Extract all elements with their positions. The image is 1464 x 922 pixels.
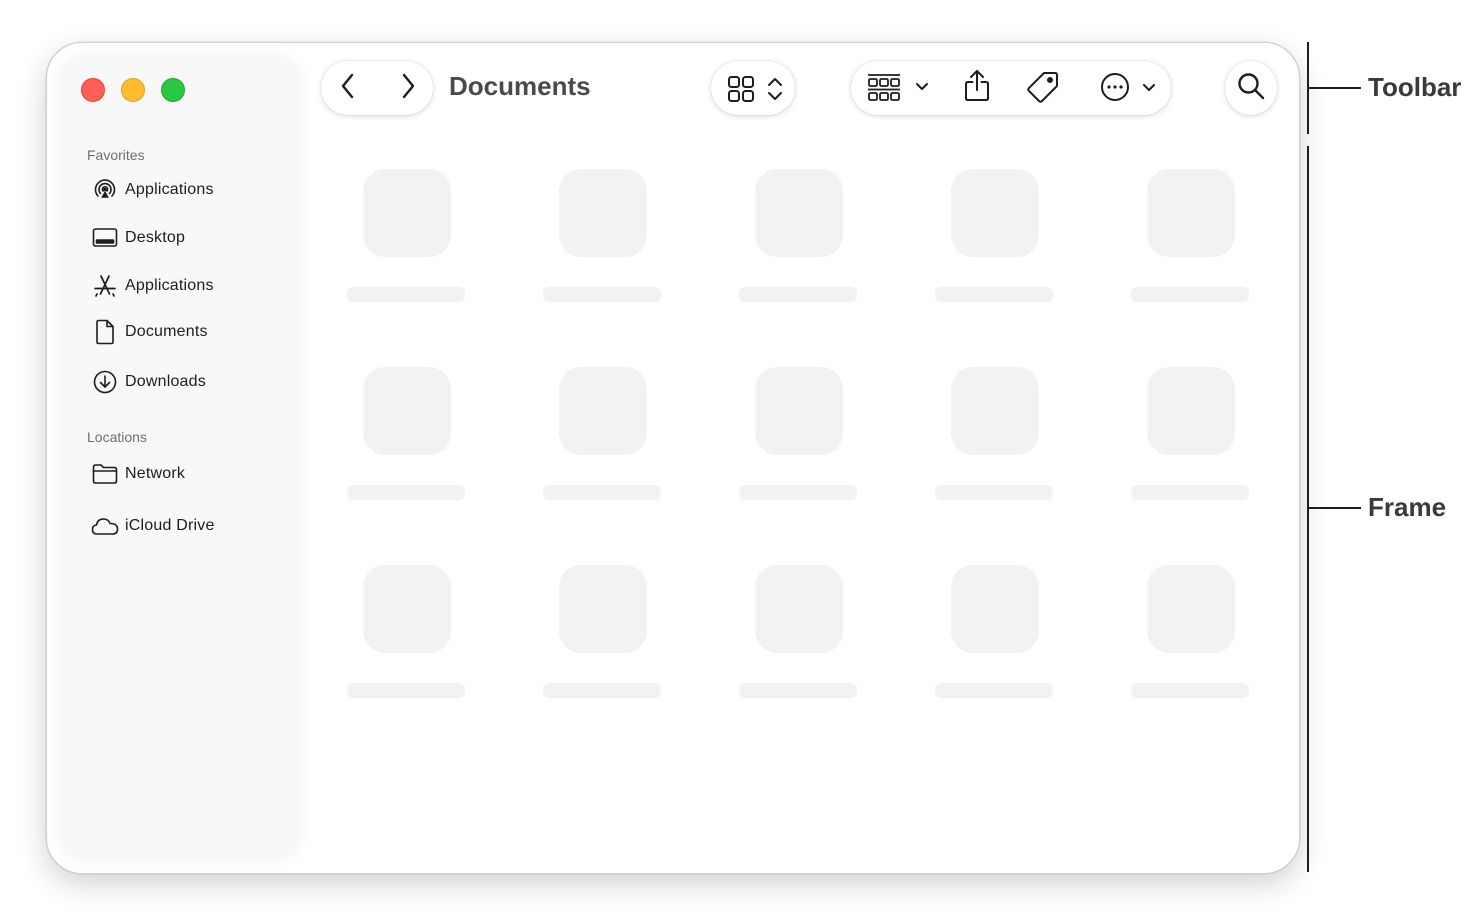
download-icon	[91, 368, 119, 396]
forward-icon	[400, 73, 416, 104]
view-mode-control[interactable]	[711, 61, 795, 115]
file-name-placeholder	[543, 683, 661, 698]
sidebar-item-label: Downloads	[125, 373, 206, 390]
file-thumbnail-placeholder	[951, 565, 1039, 653]
file-name-placeholder	[543, 287, 661, 302]
tag-button[interactable]	[1025, 71, 1061, 107]
file-thumbnail-placeholder	[755, 367, 843, 455]
sidebar-item-network[interactable]: Network	[91, 459, 281, 489]
finder-window: Favorites Applications Desktop Applicati…	[46, 42, 1300, 874]
minimize-button[interactable]	[121, 78, 145, 102]
up-down-chevron-icon	[767, 76, 783, 102]
frame-pointer-line	[1309, 507, 1361, 509]
file-thumbnail-placeholder	[755, 169, 843, 257]
search-icon	[1236, 71, 1266, 106]
app-store-icon	[91, 272, 119, 300]
sidebar-item-label: iCloud Drive	[125, 517, 215, 534]
back-button[interactable]	[333, 73, 363, 103]
file-thumbnail-placeholder	[951, 169, 1039, 257]
file-name-placeholder	[1131, 287, 1249, 302]
action-toolbar-group	[851, 61, 1171, 115]
file-name-placeholder	[935, 287, 1053, 302]
sidebar-item-documents[interactable]: Documents	[91, 317, 281, 347]
share-button[interactable]	[959, 69, 995, 107]
file-name-placeholder	[739, 485, 857, 500]
zoom-button[interactable]	[161, 78, 185, 102]
navigation-control	[321, 61, 433, 115]
section-label-locations: Locations	[87, 429, 147, 445]
cloud-icon	[91, 512, 119, 540]
forward-button[interactable]	[393, 73, 423, 103]
toolbar-pointer-line	[1309, 87, 1361, 89]
section-label-favorites: Favorites	[87, 147, 145, 163]
file-thumbnail-placeholder	[1147, 169, 1235, 257]
tag-icon	[1026, 70, 1060, 109]
file-thumbnail-placeholder	[559, 169, 647, 257]
file-name-placeholder	[739, 683, 857, 698]
grid-view-icon	[727, 75, 755, 103]
search-button[interactable]	[1225, 61, 1277, 115]
file-name-placeholder	[543, 485, 661, 500]
file-thumbnail-placeholder	[559, 367, 647, 455]
toolbar-annotation-label: Toolbar	[1368, 72, 1462, 102]
sidebar-item-icloud-drive[interactable]: iCloud Drive	[91, 511, 281, 541]
file-thumbnail-placeholder	[1147, 367, 1235, 455]
share-icon	[963, 69, 991, 108]
file-thumbnail-placeholder	[951, 367, 1039, 455]
file-name-placeholder	[1131, 683, 1249, 698]
file-thumbnail-placeholder	[1147, 565, 1235, 653]
more-button[interactable]	[1097, 72, 1159, 107]
file-thumbnail-placeholder	[559, 565, 647, 653]
frame-bracket-line	[1307, 146, 1309, 872]
sidebar-item-downloads[interactable]: Downloads	[91, 367, 281, 397]
file-name-placeholder	[739, 287, 857, 302]
file-name-placeholder	[347, 683, 465, 698]
sidebar-item-label: Network	[125, 465, 186, 482]
chevron-down-icon	[915, 79, 929, 97]
file-name-placeholder	[347, 287, 465, 302]
sidebar-item-label: Applications	[125, 181, 214, 198]
file-name-placeholder	[1131, 485, 1249, 500]
close-button[interactable]	[81, 78, 105, 102]
file-name-placeholder	[935, 683, 1053, 698]
sidebar: Favorites Applications Desktop Applicati…	[61, 57, 299, 859]
folder-icon	[91, 460, 119, 488]
group-button[interactable]	[865, 71, 931, 105]
frame-annotation-label: Frame	[1368, 492, 1447, 522]
airdrop-icon	[91, 176, 119, 204]
file-name-placeholder	[935, 485, 1053, 500]
sidebar-item-applications[interactable]: Applications	[91, 175, 281, 205]
file-name-placeholder	[347, 485, 465, 500]
back-icon	[340, 73, 356, 104]
sidebar-item-label: Applications	[125, 277, 214, 294]
file-thumbnail-placeholder	[363, 367, 451, 455]
document-icon	[91, 318, 119, 346]
sidebar-item-desktop[interactable]: Desktop	[91, 223, 281, 253]
desktop-icon	[91, 224, 119, 252]
sidebar-item-label: Documents	[125, 323, 208, 340]
window-title: Documents	[449, 71, 591, 101]
file-thumbnail-placeholder	[363, 565, 451, 653]
file-thumbnail-placeholder	[363, 169, 451, 257]
chevron-down-icon	[1142, 80, 1156, 98]
group-icon	[867, 71, 901, 106]
more-icon	[1100, 72, 1130, 107]
sidebar-item-applications-2[interactable]: Applications	[91, 271, 281, 301]
file-thumbnail-placeholder	[755, 565, 843, 653]
sidebar-item-label: Desktop	[125, 229, 186, 246]
